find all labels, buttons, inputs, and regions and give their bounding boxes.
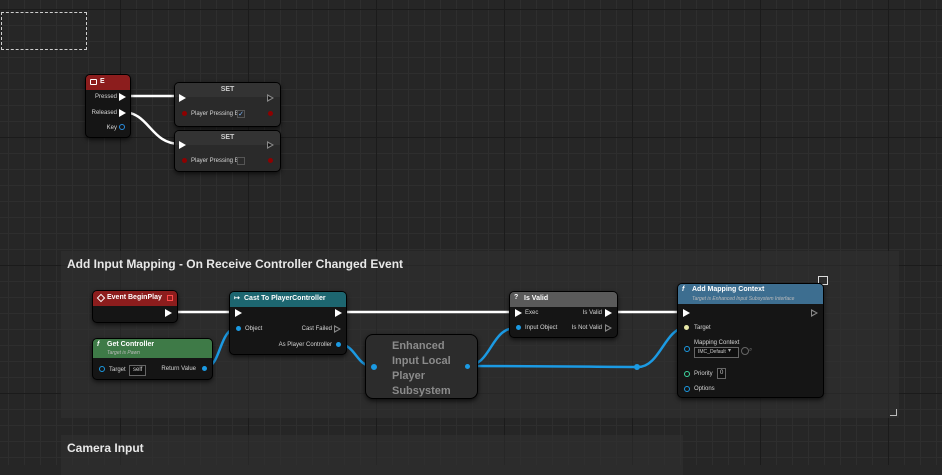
mapping-context-label: Mapping Context [694,340,740,346]
is-valid-label: Is Valid [582,310,602,316]
cast-icon: ↦ [234,295,240,302]
return-value-label: Return Value [161,366,196,372]
as-player-controller-label: As Player Controller [278,342,332,348]
target-label: Target [109,367,126,373]
get-controller-node[interactable]: f Get Controller Target is Pawn Target s… [92,338,213,380]
priority-field[interactable]: 0 [717,368,727,379]
node-title: Add Mapping Context [692,286,765,293]
return-value-pin[interactable] [202,366,207,371]
key-e-event-node[interactable]: E Pressed Released Key [85,74,131,138]
target-self-field[interactable]: self [129,365,147,376]
node-title: SET [220,86,235,93]
reset-arrow-icon[interactable] [741,347,749,355]
as-player-controller-pin[interactable] [336,342,341,347]
exec-in-pin[interactable] [683,309,690,317]
input-object-label: Input Object [525,325,558,331]
exec-out-pin[interactable] [165,309,172,317]
input-pin[interactable] [371,364,377,370]
is-valid-exec-pin[interactable] [605,309,612,317]
node-subtitle: Target is Pawn [107,350,140,356]
key-label: Key [106,125,117,131]
options-label: Options [694,386,715,392]
exec-in-pin[interactable] [179,94,186,102]
options-input-pin[interactable] [684,386,690,392]
pressed-label: Pressed [94,94,117,100]
dropdown-chevron-icon: ▾ [728,348,732,354]
event-beginplay-node[interactable]: Event BeginPlay [92,290,178,323]
bool-output-pin[interactable] [268,111,273,116]
is-not-valid-label: Is Not Valid [571,325,602,331]
variable-label: Player Pressing E [191,158,239,164]
enhanced-input-subsystem-node[interactable]: Enhanced Input Local Player Subsystem [365,334,478,399]
node-subtitle: Target is Enhanced Input Subsystem Inter… [692,296,795,302]
target-label: Target [694,325,711,331]
object-label: Object [245,326,263,332]
delegate-pin[interactable] [167,295,173,301]
bool-input-pin[interactable] [182,158,187,163]
priority-input-pin[interactable] [684,371,690,377]
bool-output-pin[interactable] [268,158,273,163]
event-icon [96,293,106,303]
target-input-pin[interactable] [684,325,689,330]
node-title: Is Valid [524,295,549,302]
mapping-context-dropdown[interactable]: IMC_Default [694,347,739,358]
pressed-exec-pin[interactable] [119,93,126,101]
object-input-pin[interactable] [236,326,241,331]
exec-out-pin[interactable] [335,309,342,317]
bool-input-pin[interactable] [182,111,187,116]
exec-label: Exec [525,310,539,316]
search-icon[interactable]: ⌕ [749,347,752,354]
set-variable-node[interactable]: SET Player Pressing E [174,130,281,172]
priority-label: Priority [694,371,713,377]
function-icon: f [682,286,685,293]
node-title: Event BeginPlay [107,294,162,301]
released-exec-pin[interactable] [119,109,126,117]
node-title: Get Controller [107,341,155,348]
mapping-context-pin[interactable] [684,346,690,352]
reroute-knot [634,364,640,370]
cast-failed-label: Cast Failed [301,326,332,332]
keyboard-icon [90,79,97,85]
output-pin[interactable] [465,364,470,369]
add-mapping-context-node[interactable]: f Add Mapping Context Target is Enhanced… [677,283,824,398]
is-not-valid-exec-pin[interactable] [605,324,612,332]
exec-in-pin[interactable] [179,141,186,149]
cast-to-playercontroller-node[interactable]: ↦ Cast To PlayerController Object Cast F… [229,291,347,355]
target-input-pin[interactable] [99,366,105,372]
macro-icon: ? [514,294,519,301]
node-title: Cast To PlayerController [244,295,326,302]
node-title: Enhanced Input Local Player Subsystem [392,340,451,397]
node-title: E [100,78,105,85]
value-checkbox[interactable] [237,157,245,165]
exec-in-pin[interactable] [235,309,242,317]
exec-out-pin[interactable] [811,309,818,317]
function-icon: f [97,341,100,348]
cast-failed-exec-pin[interactable] [334,325,341,333]
value-checkbox[interactable]: ✓ [237,110,245,118]
exec-out-pin[interactable] [267,141,274,149]
exec-in-pin[interactable] [515,309,522,317]
released-label: Released [91,110,117,116]
key-output-pin[interactable] [119,124,125,130]
node-title: SET [220,134,235,141]
exec-out-pin[interactable] [267,94,274,102]
is-valid-node[interactable]: ? Is Valid Exec Is Valid Input Object Is… [509,291,618,338]
input-object-pin[interactable] [516,325,521,330]
set-variable-node[interactable]: SET Player Pressing E ✓ [174,82,281,127]
variable-label: Player Pressing E [191,111,239,117]
